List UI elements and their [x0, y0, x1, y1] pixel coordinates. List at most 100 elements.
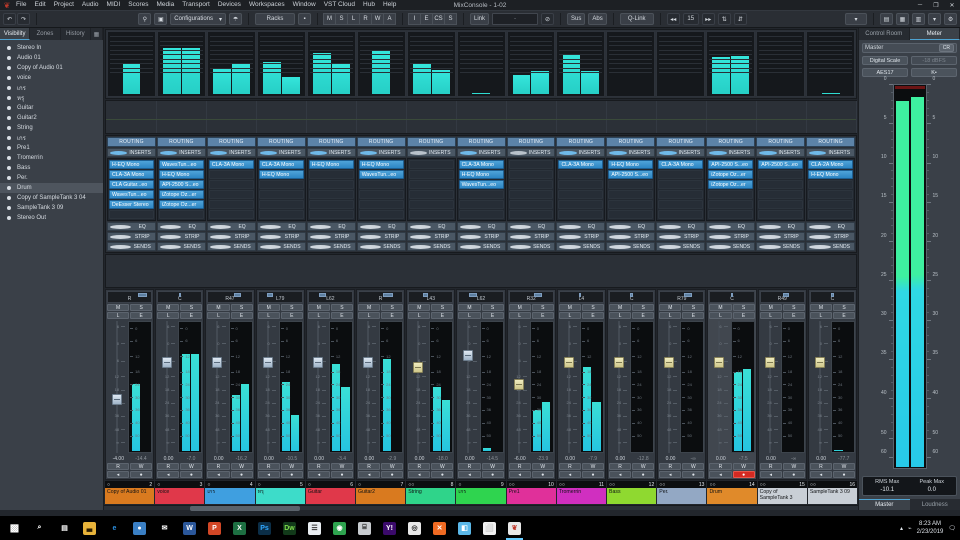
channel-name[interactable]: Copy of SampleTank 3	[757, 488, 807, 504]
routing-button[interactable]: ROUTING	[406, 137, 456, 147]
insert-slot-0[interactable]: H-EQ Mono	[608, 160, 654, 169]
insert-slot-4[interactable]	[208, 200, 254, 209]
eq-row[interactable]: EQ	[306, 222, 356, 231]
eq-row[interactable]: EQ	[656, 222, 706, 231]
insert-slot-4[interactable]	[508, 200, 554, 209]
mute-button[interactable]: M	[207, 304, 230, 311]
routing-button[interactable]: ROUTING	[606, 137, 656, 147]
peak-value[interactable]: -7.9	[581, 456, 604, 462]
gain-value[interactable]: 0.00	[760, 456, 783, 462]
left-tab-[interactable]: ▦	[91, 28, 103, 40]
channel-strip-3[interactable]: L79MSLE6061218243648∞06121824303640500.0…	[255, 289, 305, 480]
strip-row[interactable]: STRIP	[656, 232, 706, 241]
horizontal-scrollbar-thumb[interactable]	[190, 506, 300, 511]
strip-row-led-icon[interactable]	[559, 234, 581, 239]
eq-row-led-icon[interactable]	[559, 224, 581, 229]
write-button[interactable]: W	[431, 463, 454, 470]
maximize-button[interactable]: ❐	[928, 0, 944, 10]
search-icon[interactable]: ⌕	[27, 516, 52, 540]
edge-browser-icon[interactable]: e	[102, 516, 127, 540]
insert-slot-0[interactable]: H-EQ Mono	[109, 160, 154, 169]
channel-name[interactable]: String	[406, 488, 456, 504]
visibility-list[interactable]: Stereo In Audio 01 Copy of Audio 01 voice เก…	[0, 40, 103, 510]
monitor-button[interactable]: ◂	[809, 471, 832, 478]
dbfs-button[interactable]: -18 dBFS	[911, 56, 957, 65]
sends-row[interactable]: SENDS	[456, 242, 506, 251]
routing-button[interactable]: ROUTING	[256, 137, 306, 147]
pan-control[interactable]: R49	[759, 291, 805, 303]
inserts-header[interactable]: INSERTS	[806, 148, 856, 157]
inserts-led-icon[interactable]	[409, 150, 427, 155]
sends-row-led-icon[interactable]	[259, 244, 282, 249]
fader-handle[interactable]	[463, 350, 474, 362]
routing-button[interactable]: ROUTING	[506, 137, 556, 147]
fader-handle[interactable]	[413, 361, 424, 373]
digital-scale-button[interactable]: Digital Scale	[862, 56, 908, 65]
eq-row[interactable]: EQ	[806, 222, 856, 231]
channel-name-cell-8[interactable]: ○○ 10 Pre1	[506, 481, 556, 504]
read-button[interactable]: R	[659, 463, 682, 470]
gain-value[interactable]: 0.00	[458, 456, 481, 462]
fader[interactable]: 6061218243648∞	[709, 321, 729, 453]
routing-button[interactable]: ROUTING	[456, 137, 506, 147]
file-explorer-icon[interactable]: ▃	[77, 516, 102, 540]
insert-slot-2[interactable]	[658, 180, 704, 189]
inserts-header[interactable]: INSERTS	[306, 148, 356, 157]
channel-strip-7[interactable]: L62MSLE6061218243648∞06121824303640500.0…	[456, 289, 506, 480]
insert-slot-0[interactable]	[408, 160, 454, 169]
channel-name[interactable]: Tromerrin	[556, 488, 607, 504]
inserts-led-icon[interactable]	[459, 150, 477, 155]
solo-button[interactable]: S	[782, 304, 805, 311]
reader-icon[interactable]: ◧	[452, 516, 477, 540]
gain-value[interactable]: 0.00	[609, 456, 632, 462]
visibility-item-17[interactable]: Stereo Out	[0, 213, 103, 223]
eq-row-led-icon[interactable]	[759, 224, 781, 229]
link-button[interactable]: Link	[470, 13, 490, 25]
eq-row-led-icon[interactable]	[309, 224, 332, 229]
insert-slot-1[interactable]: H-EQ Mono	[808, 170, 854, 179]
eq-row[interactable]: EQ	[256, 222, 306, 231]
vertical-size-icon[interactable]: ⇅	[717, 13, 731, 25]
eq-row-led-icon[interactable]	[459, 224, 482, 229]
listen-button[interactable]: L	[257, 312, 280, 319]
inserts-header[interactable]: INSERTS	[107, 148, 156, 157]
insert-slot-4[interactable]	[458, 200, 504, 209]
inserts-header[interactable]: INSERTS	[356, 148, 406, 157]
eq-row[interactable]: EQ	[107, 222, 156, 231]
pan-control[interactable]: R	[358, 291, 404, 303]
read-button[interactable]: R	[809, 463, 832, 470]
dreamweaver-icon[interactable]: Dw	[277, 516, 302, 540]
peak-value[interactable]: -10.5	[280, 456, 303, 462]
monitor-button[interactable]: ◂	[659, 471, 682, 478]
mute-button[interactable]: M	[307, 304, 330, 311]
channel-name-cell-9[interactable]: ○○ 11 Tromerrin	[556, 481, 607, 504]
insert-slot-2[interactable]	[358, 180, 404, 189]
inserts-led-icon[interactable]	[809, 150, 827, 155]
channel-name-cell-12[interactable]: ○○ 14 Drum	[707, 481, 757, 504]
visibility-item-2[interactable]: Copy of Audio 01	[0, 63, 103, 73]
channel-name[interactable]: Guitar2	[356, 488, 406, 504]
sends-row-led-icon[interactable]	[509, 244, 531, 249]
inserts-led-icon[interactable]	[509, 150, 527, 155]
sends-row-led-icon[interactable]	[209, 244, 232, 249]
eq-row[interactable]: EQ	[156, 222, 206, 231]
mute-button[interactable]: M	[809, 304, 832, 311]
insert-slot-3[interactable]	[358, 190, 404, 199]
channel-name-cell-10[interactable]: ○○ 12 Bass	[607, 481, 657, 504]
gain-value[interactable]: 0.00	[358, 456, 381, 462]
insert-slot-1[interactable]	[658, 170, 704, 179]
fader[interactable]: 6061218243648∞	[408, 321, 428, 453]
peak-value[interactable]: -12.8	[632, 456, 655, 462]
sends-row[interactable]: SENDS	[506, 242, 556, 251]
meter-mode-loudness[interactable]: Loudness	[910, 499, 960, 510]
mute-button[interactable]: M	[659, 304, 682, 311]
insert-slot-3[interactable]	[508, 190, 554, 199]
inserts-header[interactable]: INSERTS	[706, 148, 756, 157]
insert-slot-1[interactable]	[508, 170, 554, 179]
pan-control[interactable]: L79	[257, 291, 303, 303]
strip-row-led-icon[interactable]	[459, 234, 482, 239]
channel-strip-9[interactable]: L4MSLE6061218243648∞06121824303640500.00…	[556, 289, 607, 480]
insert-slot-2[interactable]	[258, 180, 304, 189]
mute-button[interactable]: M	[458, 304, 481, 311]
record-button[interactable]: ●	[682, 471, 705, 478]
